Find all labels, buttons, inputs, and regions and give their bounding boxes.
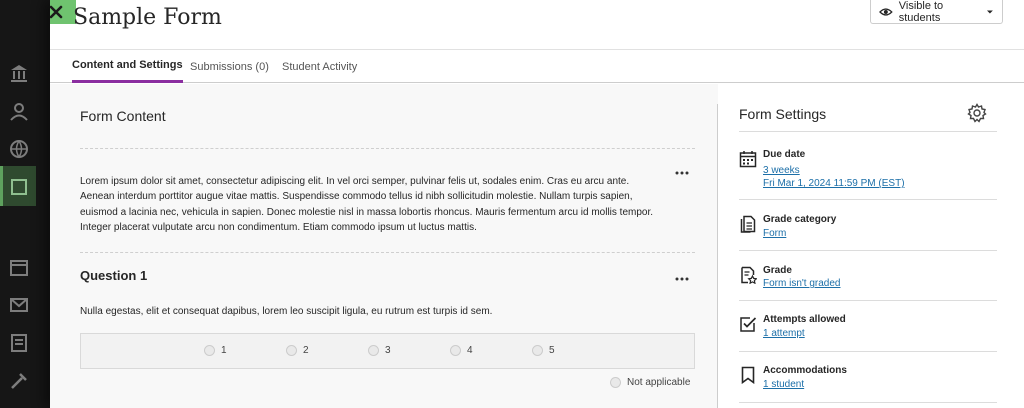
tab-bar: Content and Settings Submissions (0) Stu… [50, 49, 1024, 83]
tab-student-activity[interactable]: Student Activity [282, 50, 357, 83]
profile-icon[interactable] [8, 100, 30, 122]
divider [739, 300, 997, 301]
grade-category-link[interactable]: Form [763, 228, 786, 239]
question-text: Nulla egestas, elit et consequat dapibus… [80, 306, 493, 317]
divider [739, 131, 997, 132]
scale-option-2[interactable]: 2 [286, 345, 309, 356]
grade-link[interactable]: Form isn't graded [763, 278, 841, 289]
accommodations-link[interactable]: 1 student [763, 379, 804, 390]
form-content-area: Form Content Lorem ipsum dolor sit amet,… [50, 84, 718, 408]
due-date-link[interactable]: Fri Mar 1, 2024 11:59 PM (EST) [763, 178, 905, 189]
radio-button[interactable] [450, 345, 461, 356]
page-title: Sample Form [73, 5, 222, 30]
checkbox-icon [739, 315, 757, 333]
visibility-dropdown[interactable]: Visible to students [870, 0, 1003, 24]
ellipsis-icon [675, 277, 689, 281]
due-date-relative-link[interactable]: 3 weeks [763, 165, 800, 176]
courses-icon[interactable] [8, 176, 30, 198]
calendar-icon [739, 150, 757, 168]
attempts-link[interactable]: 1 attempt [763, 328, 805, 339]
divider [739, 250, 997, 251]
divider [80, 252, 695, 253]
rating-scale: 1 2 3 4 5 [80, 333, 695, 369]
close-icon [50, 5, 63, 19]
scale-option-1[interactable]: 1 [204, 345, 227, 356]
app-nav-rail [0, 0, 50, 408]
question-more-options-button[interactable] [672, 273, 692, 285]
accommodations-label: Accommodations [763, 365, 847, 376]
more-options-button[interactable] [672, 167, 692, 179]
institution-icon[interactable] [8, 62, 30, 84]
divider [80, 148, 695, 149]
eye-icon [879, 7, 893, 16]
form-settings-panel: Form Settings Due date 3 weeks Fri Mar 1… [718, 84, 1024, 408]
form-settings-heading: Form Settings [739, 106, 827, 122]
not-applicable-option[interactable]: Not applicable [610, 377, 690, 388]
tab-submissions[interactable]: Submissions (0) [190, 50, 269, 83]
grade-category-label: Grade category [763, 214, 837, 225]
calendar-rail-icon[interactable] [8, 256, 30, 278]
radio-button[interactable] [286, 345, 297, 356]
scale-option-3[interactable]: 3 [368, 345, 391, 356]
bookmark-icon [739, 366, 757, 384]
tab-content-and-settings[interactable]: Content and Settings [72, 50, 183, 83]
radio-button[interactable] [204, 345, 215, 356]
gear-icon [967, 103, 987, 123]
divider [739, 402, 997, 403]
form-content-heading: Form Content [80, 108, 166, 124]
form-panel: Sample Form Visible to students Content … [50, 0, 1024, 408]
scale-option-5[interactable]: 5 [532, 345, 555, 356]
radio-button[interactable] [532, 345, 543, 356]
document-icon [739, 215, 757, 233]
ellipsis-icon [675, 171, 689, 175]
divider [739, 351, 997, 352]
grade-label: Grade [763, 265, 792, 276]
question-title: Question 1 [80, 268, 148, 283]
radio-button[interactable] [610, 377, 621, 388]
grades-icon[interactable] [8, 332, 30, 354]
globe-icon[interactable] [8, 138, 30, 160]
grade-star-icon [739, 266, 757, 284]
divider [739, 199, 997, 200]
attempts-label: Attempts allowed [763, 314, 846, 325]
scale-option-4[interactable]: 4 [450, 345, 473, 356]
radio-button[interactable] [368, 345, 379, 356]
tools-icon[interactable] [8, 370, 30, 392]
settings-button[interactable] [967, 103, 987, 123]
visibility-label: Visible to students [898, 0, 944, 24]
chevron-down-icon [987, 10, 994, 13]
text-block: Lorem ipsum dolor sit amet, consectetur … [80, 176, 654, 233]
due-date-label: Due date [763, 149, 806, 160]
messages-icon[interactable] [8, 294, 30, 316]
